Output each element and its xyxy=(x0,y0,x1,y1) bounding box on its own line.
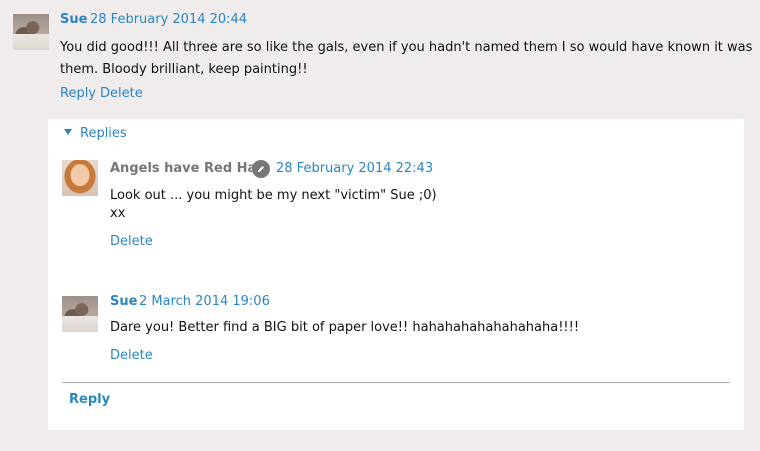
delete-link[interactable]: Delete xyxy=(100,86,143,101)
replies-toggle-label: Replies xyxy=(80,126,127,141)
comment-author[interactable]: Sue xyxy=(60,12,87,27)
reply-text-line-1: Dare you! Better find a BIG bit of paper… xyxy=(110,320,580,335)
comment-text-line-2: them. Bloody brilliant, keep painting!! xyxy=(60,62,308,77)
comment-date[interactable]: 28 February 2014 20:44 xyxy=(90,12,247,27)
reply-date[interactable]: 28 February 2014 22:43 xyxy=(276,161,433,176)
delete-link[interactable]: Delete xyxy=(110,348,153,363)
replies-toggle[interactable]: Replies xyxy=(64,126,127,141)
divider xyxy=(62,382,730,383)
reply-button[interactable]: Reply xyxy=(69,392,110,407)
triangle-down-icon xyxy=(64,129,72,135)
reply-date[interactable]: 2 March 2014 19:06 xyxy=(139,294,270,309)
avatar[interactable] xyxy=(13,14,49,50)
pencil-icon xyxy=(252,160,270,178)
reply-author[interactable]: Sue xyxy=(110,294,137,309)
avatar[interactable] xyxy=(62,160,98,196)
reply-link[interactable]: Reply xyxy=(60,86,96,101)
reply-text-line-2: xx xyxy=(110,206,126,221)
comment-text-line-1: You did good!!! All three are so like th… xyxy=(60,40,753,55)
delete-link[interactable]: Delete xyxy=(110,234,153,249)
reply-text-line-1: Look out ... you might be my next "victi… xyxy=(110,188,437,203)
reply-author[interactable]: Angels have Red Hair xyxy=(110,161,267,176)
avatar[interactable] xyxy=(62,296,98,332)
